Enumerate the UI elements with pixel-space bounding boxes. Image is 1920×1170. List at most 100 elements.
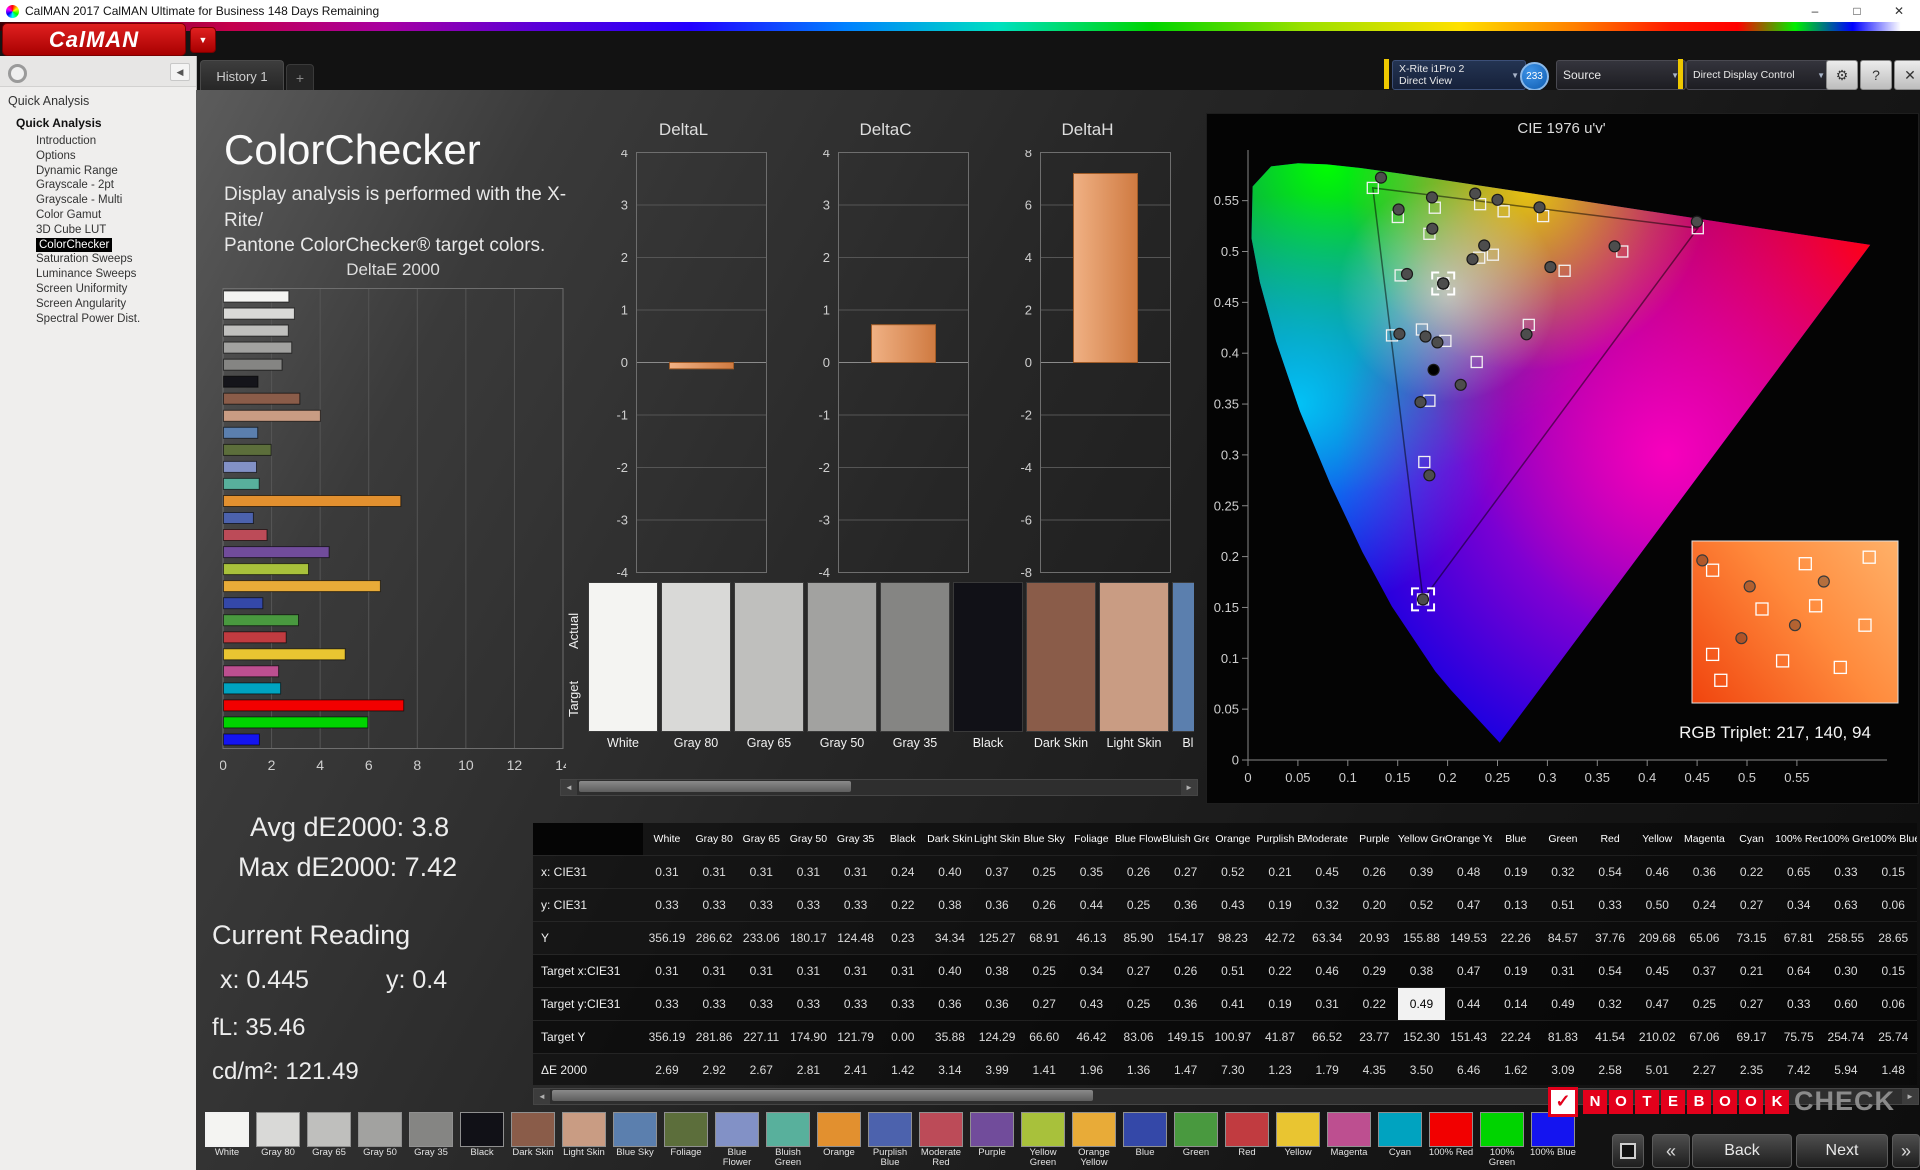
- table-cell[interactable]: 154.17: [1162, 921, 1210, 955]
- table-cell[interactable]: 81.83: [1539, 1020, 1587, 1054]
- table-cell[interactable]: 5.01: [1633, 1053, 1681, 1085]
- table-cell[interactable]: 0.22: [879, 888, 927, 922]
- table-cell[interactable]: 0.31: [643, 954, 691, 988]
- help-button[interactable]: ?: [1860, 60, 1892, 90]
- table-cell[interactable]: 67.81: [1775, 921, 1823, 955]
- table-cell[interactable]: 2.67: [737, 1053, 785, 1085]
- table-cell[interactable]: 0.32: [1586, 987, 1634, 1021]
- table-cell[interactable]: 0.31: [1539, 954, 1587, 988]
- table-cell[interactable]: 0.19: [1256, 888, 1304, 922]
- table-cell[interactable]: 1.36: [1114, 1053, 1163, 1085]
- sidebar-item-grayscale-multi[interactable]: Grayscale - Multi: [36, 193, 140, 208]
- table-cell[interactable]: 0.45: [1303, 855, 1351, 889]
- table-cell[interactable]: 0.34: [1067, 954, 1115, 988]
- table-cell[interactable]: 0.27: [1114, 954, 1163, 988]
- strip-scrollbar[interactable]: ◄ ►: [560, 779, 1198, 796]
- table-cell[interactable]: 67.06: [1680, 1020, 1728, 1054]
- table-cell[interactable]: 0.33: [643, 888, 691, 922]
- palette-swatch-magenta[interactable]: Magenta: [1326, 1112, 1372, 1168]
- table-cell[interactable]: 2.27: [1680, 1053, 1728, 1085]
- table-cell[interactable]: 0.35: [1067, 855, 1115, 889]
- palette-swatch-gray-50[interactable]: Gray 50: [357, 1112, 403, 1168]
- palette-swatch-purplish-blue[interactable]: Purplish Blue: [867, 1112, 913, 1168]
- sidebar-item-introduction[interactable]: Introduction: [36, 134, 140, 149]
- sidebar-item-saturation-sweeps[interactable]: Saturation Sweeps: [36, 252, 140, 267]
- table-cell[interactable]: 0.31: [690, 954, 738, 988]
- palette-swatch-100-red[interactable]: 100% Red: [1428, 1112, 1474, 1168]
- palette-swatch-blue-flower[interactable]: Blue Flower: [714, 1112, 760, 1168]
- palette-swatch-black[interactable]: Black: [459, 1112, 505, 1168]
- table-cell[interactable]: 0.51: [1539, 888, 1587, 922]
- table-cell[interactable]: 0.44: [1445, 987, 1493, 1021]
- table-cell[interactable]: 41.87: [1256, 1020, 1304, 1054]
- palette-swatch-red[interactable]: Red: [1224, 1112, 1270, 1168]
- table-cell[interactable]: 0.33: [784, 888, 833, 922]
- table-cell[interactable]: 0.36: [1162, 888, 1210, 922]
- table-cell[interactable]: 0.54: [1586, 954, 1634, 988]
- table-cell[interactable]: 0.31: [1303, 987, 1351, 1021]
- table-cell[interactable]: 25.74: [1869, 1020, 1917, 1054]
- table-cell[interactable]: 0.36: [926, 987, 974, 1021]
- table-cell[interactable]: 0.33: [643, 987, 691, 1021]
- table-cell[interactable]: 254.74: [1822, 1020, 1870, 1054]
- sidebar-collapse-button[interactable]: ◀: [170, 63, 190, 81]
- table-cell[interactable]: 0.25: [1114, 987, 1163, 1021]
- table-cell[interactable]: 125.27: [973, 921, 1021, 955]
- maximize-button[interactable]: □: [1836, 0, 1878, 22]
- table-cell[interactable]: 0.46: [1633, 855, 1681, 889]
- table-cell[interactable]: 0.19: [1492, 954, 1540, 988]
- table-cell[interactable]: 37.76: [1586, 921, 1634, 955]
- table-cell[interactable]: 209.68: [1633, 921, 1681, 955]
- table-cell[interactable]: 0.25: [1020, 954, 1068, 988]
- table-cell[interactable]: 0.33: [784, 987, 833, 1021]
- palette-swatch-gray-35[interactable]: Gray 35: [408, 1112, 454, 1168]
- sidebar-item-dynamic-range[interactable]: Dynamic Range: [36, 164, 140, 179]
- scroll-right-arrow[interactable]: ►: [1181, 780, 1197, 795]
- table-cell[interactable]: 0.22: [1256, 954, 1304, 988]
- table-cell[interactable]: 0.31: [784, 954, 833, 988]
- table-cell[interactable]: 2.58: [1586, 1053, 1634, 1085]
- back-fast-button[interactable]: «: [1652, 1134, 1690, 1168]
- table-cell[interactable]: 1.48: [1869, 1053, 1917, 1085]
- table-cell[interactable]: 0.44: [1067, 888, 1115, 922]
- table-cell[interactable]: 174.90: [784, 1020, 833, 1054]
- table-cell[interactable]: 2.69: [643, 1053, 691, 1085]
- table-cell[interactable]: 0.24: [1680, 888, 1728, 922]
- table-cell[interactable]: 0.41: [1209, 987, 1257, 1021]
- table-cell[interactable]: 0.21: [1256, 855, 1304, 889]
- minimize-button[interactable]: –: [1794, 0, 1836, 22]
- table-cell[interactable]: 1.79: [1303, 1053, 1351, 1085]
- table-cell[interactable]: 0.38: [926, 888, 974, 922]
- table-cell[interactable]: 0.31: [737, 954, 785, 988]
- table-cell[interactable]: 0.31: [832, 855, 880, 889]
- table-cell[interactable]: 0.47: [1445, 954, 1493, 988]
- table-cell[interactable]: 0.52: [1209, 855, 1257, 889]
- table-cell[interactable]: 0.33: [832, 987, 880, 1021]
- palette-swatch-100-green[interactable]: 100% Green: [1479, 1112, 1525, 1168]
- scroll-left-arrow[interactable]: ◄: [561, 780, 577, 795]
- table-cell[interactable]: 0.32: [1539, 855, 1587, 889]
- table-cell[interactable]: 124.48: [832, 921, 880, 955]
- table-cell[interactable]: 69.17: [1727, 1020, 1776, 1054]
- sidebar-item-color-gamut[interactable]: Color Gamut: [36, 208, 140, 223]
- table-cell[interactable]: 0.32: [1303, 888, 1351, 922]
- table-cell[interactable]: 0.23: [879, 921, 927, 955]
- display-control-dropdown[interactable]: Direct Display Control ▼: [1686, 60, 1832, 90]
- table-cell[interactable]: 0.33: [737, 888, 785, 922]
- table-cell[interactable]: 180.17: [784, 921, 833, 955]
- table-cell[interactable]: 0.25: [1114, 888, 1163, 922]
- table-cell[interactable]: 0.38: [973, 954, 1021, 988]
- table-cell[interactable]: 98.23: [1209, 921, 1257, 955]
- table-cell[interactable]: 0.06: [1869, 987, 1917, 1021]
- table-cell[interactable]: 258.55: [1822, 921, 1870, 955]
- table-cell[interactable]: 20.93: [1350, 921, 1398, 955]
- palette-swatch-bluish-green[interactable]: Bluish Green: [765, 1112, 811, 1168]
- table-cell[interactable]: 356.19: [643, 921, 691, 955]
- sidebar-item-spectral-power-dist-[interactable]: Spectral Power Dist.: [36, 312, 140, 327]
- table-cell[interactable]: 22.26: [1492, 921, 1540, 955]
- table-cell[interactable]: 149.53: [1445, 921, 1493, 955]
- palette-swatch-purple[interactable]: Purple: [969, 1112, 1015, 1168]
- table-cell[interactable]: 73.15: [1727, 921, 1776, 955]
- table-cell[interactable]: 0.27: [1727, 987, 1776, 1021]
- tree-root-quick-analysis[interactable]: Quick Analysis: [16, 116, 102, 130]
